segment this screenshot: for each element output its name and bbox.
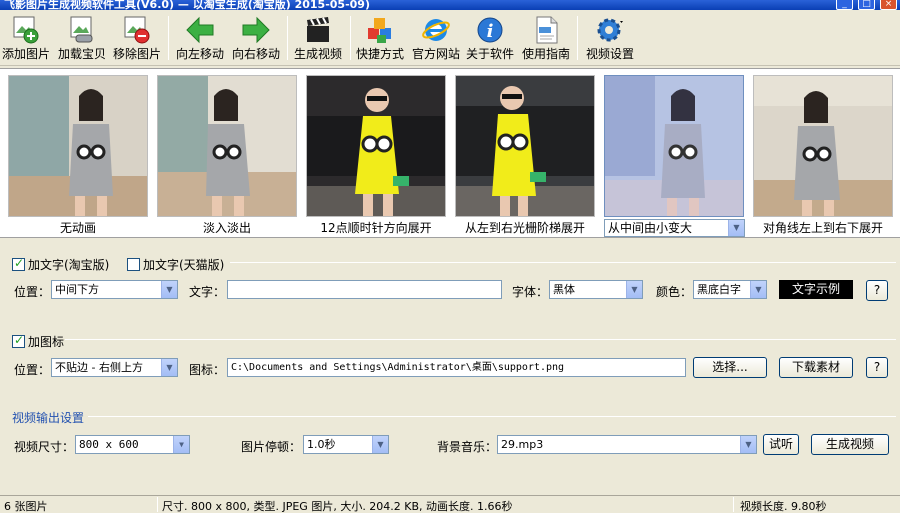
video-size-select[interactable]: 800 x 600 ▼ [75,435,190,454]
arrow-left-icon [186,16,214,44]
load-items-button[interactable]: 加载宝贝 [56,12,108,64]
logo-icon-label: 图标： [189,363,226,377]
text-content-label: 文字： [189,285,226,299]
move-right-button[interactable]: 向右移动 [230,12,282,64]
image-count-status: 6 张图片 [4,500,48,513]
checkbox-checked[interactable] [12,256,25,271]
text-sample-preview: 文字示例 [779,280,853,299]
text-tmall-checkbox[interactable]: 加文字(天猫版) [127,256,224,273]
thumbnail-strip[interactable]: 无动画 淡入淡出 12点顺时针方向展开 从左到右光栅阶梯展开 从中间由小变大 ▼… [0,68,900,238]
logo-path-input[interactable]: C:\Documents and Settings\Administrator\… [227,358,686,377]
logo-position-select[interactable]: 不贴边 - 右侧上方 ▼ [51,358,178,377]
load-items-icon [70,16,93,43]
color-label: 颜色： [656,285,693,299]
generate-video-button[interactable]: 生成视频 [811,434,889,455]
thumbnail-label: 无动画 [59,221,96,235]
chevron-down-icon[interactable]: ▼ [740,436,756,453]
image-pause-label: 图片停顿： [241,440,302,454]
chevron-down-icon[interactable]: ▼ [372,436,388,453]
video-length-status: 视频长度. 9.80秒 [740,500,827,513]
ie-browser-icon [422,19,450,41]
checkbox-unchecked[interactable] [127,258,140,271]
status-divider [157,497,158,512]
thumbnail-image[interactable] [455,75,595,217]
chevron-down-icon[interactable]: ▼ [161,359,177,376]
group-divider [65,339,896,340]
thumbnail-label: 从左到右光栅阶梯展开 [464,221,585,235]
thumbnail-image[interactable] [306,75,446,217]
logo-position-label: 位置： [14,363,51,377]
text-content-input[interactable] [227,280,502,299]
chevron-down-icon[interactable]: ▼ [750,281,766,298]
logo-help-button[interactable]: ? [866,357,888,378]
generate-video-toolbar-button[interactable]: 生成视频 [292,12,344,64]
background-music-label: 背景音乐： [437,440,498,454]
chevron-down-icon[interactable]: ▼ [161,281,177,298]
thumbnail-image[interactable] [8,75,148,217]
background-music-select[interactable]: 29.mp3 ▼ [497,435,757,454]
close-button[interactable]: × [880,0,897,10]
remove-image-button[interactable]: 移除图片 [112,12,162,64]
image-info-status: 尺寸. 800 x 800, 类型. JPEG 图片, 大小. 204.2 KB… [162,500,513,513]
window-title: 飞影图片生成视频软件工具(V6.0) — 以淘宝生成(淘宝版) 2015-05-… [4,0,370,10]
checkbox-checked[interactable] [12,333,25,348]
thumbnail-label: 12点顺时针方向展开 [320,221,432,235]
toolbar-separator [350,16,351,60]
svg-text:i: i [487,21,494,42]
transition-select[interactable]: 从中间由小变大 ▼ [604,219,745,237]
thumbnail-image-selected[interactable] [604,75,744,217]
info-icon: i [477,17,503,43]
chevron-down-icon[interactable]: ▼ [173,436,189,453]
move-left-button[interactable]: 向左移动 [174,12,226,64]
guide-icon [536,16,558,44]
title-bar: 飞影图片生成视频软件工具(V6.0) — 以淘宝生成(淘宝版) 2015-05-… [0,0,900,10]
official-site-button[interactable]: 官方网站 [410,12,462,64]
thumbnail-image[interactable] [157,75,297,217]
gear-icon [597,18,623,42]
maximize-button[interactable]: □ [858,0,875,10]
font-label: 字体： [512,285,549,299]
group-divider [230,262,896,263]
add-image-icon [13,16,39,44]
logo-checkbox[interactable]: 加图标 [12,333,64,350]
arrow-right-icon [242,16,270,44]
group-divider [88,416,896,417]
download-materials-button[interactable]: 下载素材 [779,357,853,378]
toolbar-separator [168,16,169,60]
thumbnail-image[interactable] [753,75,893,217]
add-image-button[interactable]: 添加图片 [2,12,50,64]
shortcut-button[interactable]: 快捷方式 [354,12,406,64]
text-help-button[interactable]: ? [866,280,888,301]
status-divider [733,497,734,512]
text-position-label: 位置： [14,285,51,299]
chevron-down-icon[interactable]: ▼ [728,220,744,236]
toolbar: 添加图片 加载宝贝 移除图片 向左移动 向右移动 生成视频 快捷方式 官方网站 … [0,10,900,66]
shortcut-icon [368,18,391,43]
toolbar-separator [577,16,578,60]
status-bar: 6 张图片 尺寸. 800 x 800, 类型. JPEG 图片, 大小. 20… [0,495,900,513]
image-pause-select[interactable]: 1.0秒 ▼ [303,435,389,454]
chevron-down-icon[interactable]: ▼ [626,281,642,298]
text-taobao-checkbox[interactable]: 加文字(淘宝版) [12,256,109,273]
video-size-label: 视频尺寸： [14,440,75,454]
toolbar-separator [287,16,288,60]
output-settings-title: 视频输出设置 [12,411,85,425]
listen-button[interactable]: 试听 [763,434,799,455]
remove-image-icon [124,16,150,44]
choose-logo-button[interactable]: 选择... [693,357,767,378]
about-button[interactable]: i 关于软件 [464,12,516,64]
minimize-button[interactable]: _ [836,0,853,10]
video-settings-button[interactable]: 视频设置 [582,12,638,64]
font-select[interactable]: 黑体 ▼ [549,280,643,299]
color-select[interactable]: 黑底白字 ▼ [693,280,767,299]
thumbnail-label: 对角线左上到右下展开 [762,221,883,235]
text-position-select[interactable]: 中间下方 ▼ [51,280,178,299]
thumbnail-label: 淡入淡出 [202,221,251,235]
user-guide-button[interactable]: 使用指南 [520,12,572,64]
clapperboard-icon [307,17,329,42]
